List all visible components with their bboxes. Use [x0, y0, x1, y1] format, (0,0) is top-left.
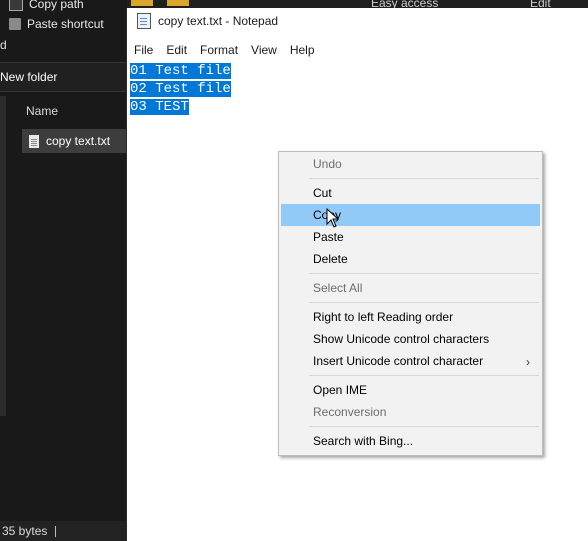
menu-item-insert-unicode-control[interactable]: Insert Unicode control character › — [281, 350, 540, 372]
menu-separator — [309, 426, 539, 427]
file-name-label: copy text.txt — [46, 134, 111, 148]
menu-item-delete[interactable]: Delete — [281, 248, 540, 270]
text-file-icon — [29, 134, 39, 148]
mouse-pointer-icon — [326, 208, 340, 228]
menu-item-open-ime[interactable]: Open IME — [281, 379, 540, 401]
status-size: 35 bytes — [2, 524, 48, 538]
menu-item-undo[interactable]: Undo — [281, 153, 540, 175]
menu-edit[interactable]: Edit — [160, 43, 193, 57]
paste-shortcut-icon — [9, 18, 21, 30]
text-line: 01 Test file — [130, 63, 231, 79]
menu-separator — [309, 178, 539, 179]
menu-item-search-with-bing[interactable]: Search with Bing... — [281, 430, 540, 452]
paste-shortcut-button[interactable]: Paste shortcut — [0, 14, 104, 34]
status-divider — [55, 525, 57, 537]
copy-path-label: Copy path — [29, 0, 84, 11]
menu-item-rtl-reading-order[interactable]: Right to left Reading order — [281, 306, 540, 328]
window-title: copy text.txt - Notepad — [158, 14, 279, 28]
address-bar-fragment[interactable]: d — [0, 38, 7, 52]
paste-shortcut-label: Paste shortcut — [27, 17, 104, 31]
menu-separator — [309, 302, 539, 303]
notepad-title-bar[interactable]: copy text.txt - Notepad — [127, 8, 588, 34]
current-folder-label: New folder — [0, 70, 58, 84]
menu-item-reconversion[interactable]: Reconversion — [281, 401, 540, 423]
text-editor-area[interactable]: 01 Test file 02 Test file 03 TEST — [130, 62, 231, 116]
menu-help[interactable]: Help — [284, 43, 321, 57]
current-folder-bar: New folder — [0, 62, 127, 92]
menu-separator — [309, 375, 539, 376]
menu-view[interactable]: View — [245, 43, 283, 57]
column-header-name[interactable]: Name — [26, 104, 58, 118]
status-bar: 35 bytes — [0, 521, 127, 541]
folder-icon — [131, 0, 153, 6]
submenu-chevron-right-icon: › — [526, 355, 530, 369]
menu-file[interactable]: File — [128, 43, 159, 57]
text-line: 03 TEST — [130, 99, 189, 115]
menu-item-copy[interactable]: Copy — [281, 204, 540, 226]
menu-bar: File Edit Format View Help — [127, 40, 321, 60]
menu-separator — [309, 273, 539, 274]
menu-item-select-all[interactable]: Select All — [281, 277, 540, 299]
menu-item-paste[interactable]: Paste — [281, 226, 540, 248]
navigation-pane-scrollbar[interactable] — [0, 96, 6, 416]
notepad-app-icon — [137, 13, 151, 29]
menu-item-show-unicode-control[interactable]: Show Unicode control characters — [281, 328, 540, 350]
copy-path-icon — [9, 0, 23, 11]
file-list-item[interactable]: copy text.txt — [22, 129, 127, 153]
menu-item-cut[interactable]: Cut — [281, 182, 540, 204]
copy-path-button[interactable]: Copy path — [0, 0, 84, 14]
context-menu: Undo Cut Copy Paste Delete Select All Ri… — [278, 151, 543, 456]
text-line: 02 Test file — [130, 81, 231, 97]
folder-icon — [167, 0, 189, 6]
menu-format[interactable]: Format — [194, 43, 244, 57]
